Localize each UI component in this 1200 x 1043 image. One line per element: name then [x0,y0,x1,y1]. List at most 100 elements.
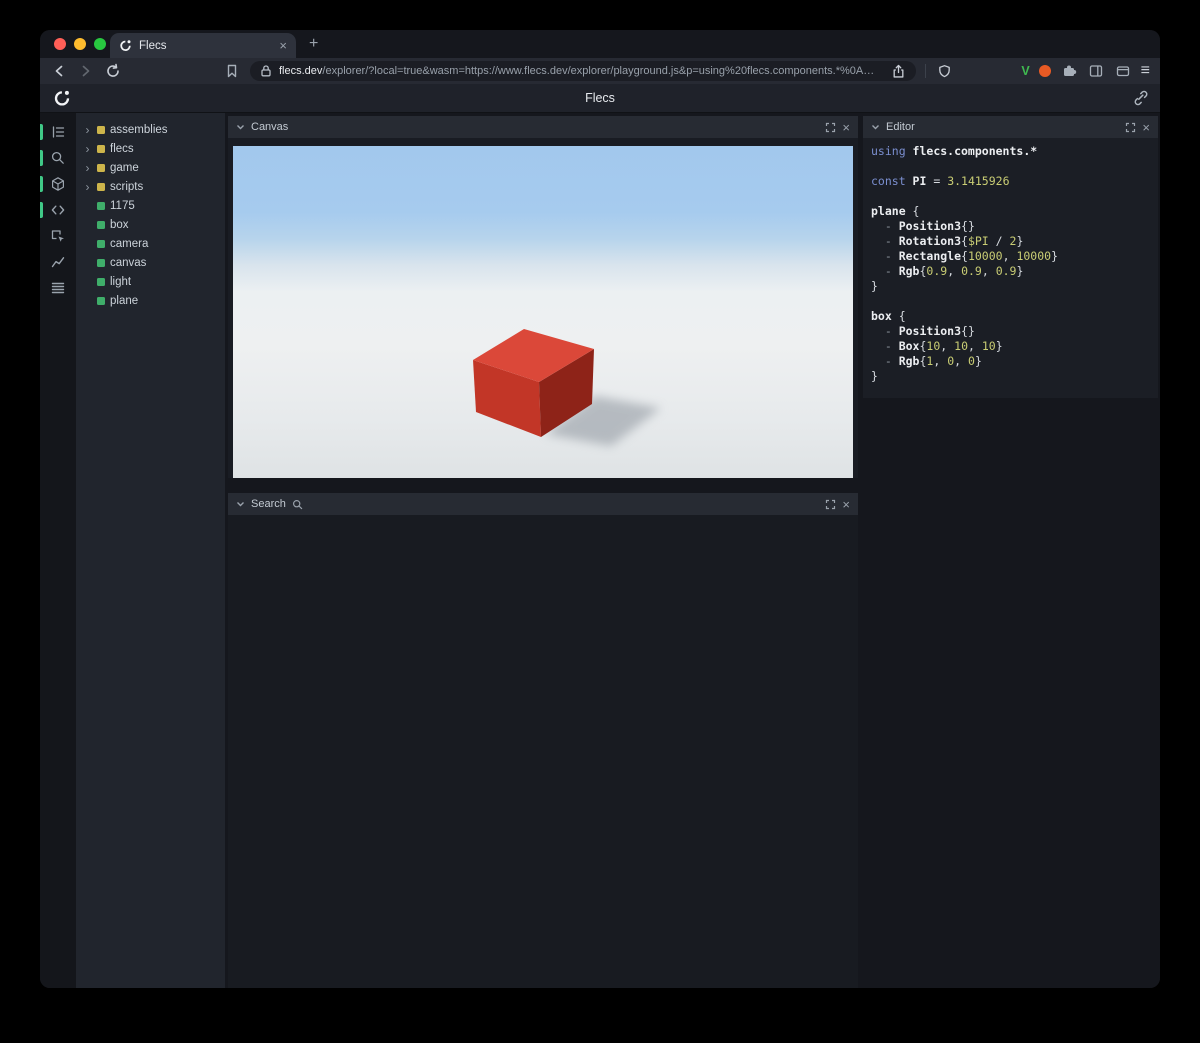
browser-toolbar: flecs.dev/explorer/?local=true&wasm=http… [40,58,1160,84]
canvas-panel: Canvas × [228,116,858,478]
code-line: } [871,279,878,293]
sidebar-toggle-icon[interactable] [1087,62,1105,80]
url-path: /explorer/?local=true&wasm=https://www.f… [322,65,875,77]
entity-label: 1175 [110,199,135,212]
extension-v-icon[interactable]: V [1021,64,1029,78]
tree-item-1175[interactable]: 1175 [76,196,225,215]
expand-panel-icon[interactable] [825,499,836,510]
tree-item-canvas[interactable]: canvas [76,253,225,272]
entity-label: light [110,275,132,288]
editor-panel-title: Editor [886,121,915,133]
entity-label: assemblies [110,123,168,136]
tree-item-scripts[interactable]: › scripts [76,177,225,196]
editor-panel: Editor × using flecs.components.* const … [863,116,1158,398]
code-line: } [871,369,878,383]
close-panel-icon[interactable]: × [842,498,850,511]
canvas-panel-header[interactable]: Canvas × [228,116,858,138]
rail-button-entities[interactable] [40,119,76,145]
rail-button-canvas[interactable] [40,171,76,197]
share-link-icon[interactable] [1132,90,1148,111]
bookmark-icon[interactable] [223,62,241,80]
chevron-down-icon[interactable] [871,123,880,131]
tree-item-assemblies[interactable]: › assemblies [76,120,225,139]
rail-button-inspector[interactable] [40,223,76,249]
entity-tree-panel: › assemblies › flecs › game › scripts 1175 box cam… [76,113,225,988]
editor-panel-body[interactable]: using flecs.components.* const PI = 3.14… [863,138,1158,398]
entity-label: flecs [110,142,134,155]
rows-icon [50,280,66,296]
share-icon[interactable] [889,62,907,80]
entity-kind-square-icon [97,277,105,286]
rail-button-charts[interactable] [40,249,76,275]
close-panel-icon[interactable]: × [842,121,850,134]
browser-tab[interactable]: Flecs × [110,33,296,58]
search-icon [292,499,303,510]
search-panel-header[interactable]: Search × [228,493,858,515]
minimize-window-button[interactable] [74,38,86,50]
search-panel-title: Search [251,498,286,510]
inspector-cursor-icon [50,228,66,244]
entity-label: game [110,161,139,174]
rail-button-stats[interactable] [40,275,76,301]
expand-arrow-icon[interactable]: › [83,143,92,155]
menu-icon[interactable]: ≡ [1141,63,1150,79]
expand-panel-icon[interactable] [1125,122,1136,133]
rail-button-query[interactable] [40,145,76,171]
fullscreen-window-button[interactable] [94,38,106,50]
chevron-down-icon[interactable] [236,500,245,508]
canvas-3d-viewport[interactable] [233,146,853,478]
entity-kind-square-icon [97,201,105,210]
tree-item-box[interactable]: box [76,215,225,234]
editor-panel-header[interactable]: Editor × [863,116,1158,138]
window-controls [54,38,106,50]
tree-item-camera[interactable]: camera [76,234,225,253]
tree-outline-icon [50,124,66,140]
line-chart-icon [50,254,66,270]
tree-item-flecs[interactable]: › flecs [76,139,225,158]
entity-label: plane [110,294,139,307]
editor-code[interactable]: using flecs.components.* const PI = 3.14… [871,144,1150,384]
tree-item-plane[interactable]: plane [76,291,225,310]
extensions-puzzle-icon[interactable] [1060,62,1078,80]
entity-kind-square-icon [97,163,105,172]
reload-button[interactable] [104,62,122,80]
code-line: plane { [871,204,920,218]
code-line: - Rgb{0.9, 0.9, 0.9} [871,264,1024,278]
wallet-icon[interactable] [1114,62,1132,80]
tree-item-game[interactable]: › game [76,158,225,177]
tab-close-icon[interactable]: × [279,39,287,52]
expand-panel-icon[interactable] [825,122,836,133]
code-line: - Position3{} [871,324,975,338]
canvas-panel-body [228,138,858,478]
close-window-button[interactable] [54,38,66,50]
code-line: - Rectangle{10000, 10000} [871,249,1058,263]
back-button[interactable] [50,62,68,80]
browser-window: Flecs × + flecs.dev/explorer/?local=true… [40,30,1160,988]
extension-orange-icon[interactable] [1038,65,1051,77]
page-title: Flecs [585,91,615,105]
tree-item-light[interactable]: light [76,272,225,291]
code-line: - Rotation3{$PI / 2} [871,234,1024,248]
chevron-down-icon[interactable] [236,123,245,131]
address-bar[interactable]: flecs.dev/explorer/?local=true&wasm=http… [250,61,916,81]
code-line: - Rgb{1, 0, 0} [871,354,982,368]
url-host: flecs.dev [279,65,323,77]
entity-label: box [110,218,129,231]
new-tab-button[interactable]: + [309,36,318,52]
flecs-favicon-icon [119,39,132,52]
rail-button-editor[interactable] [40,197,76,223]
shield-icon[interactable] [935,62,953,80]
close-panel-icon[interactable]: × [1142,121,1150,134]
entity-kind-square-icon [97,144,105,153]
code-icon [50,202,66,218]
code-line: - Position3{} [871,219,975,233]
forward-button[interactable] [77,62,95,80]
expand-arrow-icon[interactable]: › [83,124,92,136]
url-text: flecs.dev/explorer/?local=true&wasm=http… [279,65,883,77]
expand-arrow-icon[interactable]: › [83,162,92,174]
expand-arrow-icon[interactable]: › [83,181,92,193]
entity-label: canvas [110,256,147,269]
canvas-panel-title: Canvas [251,121,289,133]
